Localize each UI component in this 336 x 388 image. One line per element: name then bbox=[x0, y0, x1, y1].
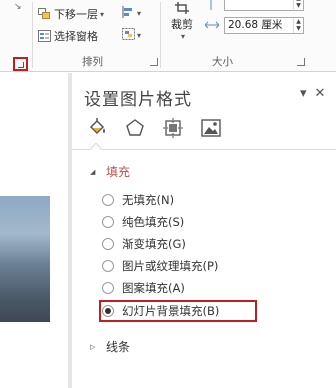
ribbon-separator bbox=[160, 2, 161, 68]
line-section-label: 线条 bbox=[106, 340, 131, 354]
radio-button[interactable] bbox=[102, 238, 114, 250]
send-backward-button[interactable]: 下移一层 ▾ bbox=[38, 6, 104, 22]
fill-section-header[interactable]: ◢ 填充 bbox=[90, 163, 130, 180]
pane-controls: ▾ ✕ bbox=[300, 87, 325, 101]
size-dialog-launcher-icon[interactable] bbox=[297, 58, 305, 66]
radio-button[interactable] bbox=[102, 194, 114, 206]
align-button[interactable]: ▾ bbox=[122, 6, 141, 21]
radio-solid-fill[interactable]: 纯色填充(S) bbox=[102, 213, 184, 231]
arrange-dialog-launcher-icon[interactable] bbox=[150, 58, 158, 66]
width-value: 20.68 厘米 bbox=[228, 19, 283, 31]
radio-label: 图案填充(A) bbox=[122, 281, 185, 295]
radio-pattern-fill[interactable]: 图案填充(A) bbox=[102, 279, 185, 297]
arrow-icon: ↘ bbox=[14, 2, 22, 12]
crop-label: 裁剪 bbox=[171, 18, 193, 31]
size-properties-icon[interactable] bbox=[162, 117, 184, 139]
pane-tabs bbox=[86, 117, 222, 139]
collapse-triangle-icon: ◢ bbox=[90, 167, 96, 176]
expand-triangle-icon: ▷ bbox=[90, 342, 96, 351]
selection-pane-button[interactable]: 选择窗格 bbox=[38, 28, 98, 44]
height-icon bbox=[205, 0, 217, 10]
height-input[interactable]: ▲ ▼ bbox=[224, 0, 304, 11]
radio-button[interactable] bbox=[102, 260, 114, 272]
crop-button[interactable]: 裁剪 ▾ bbox=[166, 2, 200, 52]
pane-options-icon[interactable]: ▾ bbox=[300, 87, 307, 101]
radio-label: 纯色填充(S) bbox=[122, 215, 185, 229]
selection-pane-icon bbox=[38, 30, 51, 42]
chevron-down-icon: ▾ bbox=[181, 32, 186, 41]
tab-divider bbox=[72, 149, 336, 150]
spin-down-icon[interactable]: ▼ bbox=[294, 25, 303, 32]
crop-icon bbox=[175, 2, 189, 14]
dialog-launcher-icon bbox=[18, 62, 24, 68]
spin-down-icon[interactable]: ▼ bbox=[294, 2, 303, 9]
width-spin-buttons[interactable]: ▲ ▼ bbox=[293, 18, 303, 33]
radio-label: 渐变填充(G) bbox=[122, 237, 186, 251]
ribbon: ↘ 下移一层 ▾ 选择窗格 ▾ ▾ 排列 裁剪 ▾ ▼ 20.68 厘米 ▲ ▼… bbox=[0, 0, 336, 72]
fill-section-label: 填充 bbox=[106, 165, 131, 179]
height-spin-buttons[interactable]: ▲ ▼ bbox=[293, 0, 303, 10]
radio-button[interactable] bbox=[102, 216, 114, 228]
picture-icon[interactable] bbox=[200, 117, 222, 139]
pane-title: 设置图片格式 bbox=[84, 90, 192, 110]
ribbon-separator bbox=[32, 2, 33, 68]
send-backward-label: 下移一层 bbox=[54, 8, 98, 21]
chevron-down-icon: ▾ bbox=[100, 9, 105, 19]
spin-up-icon[interactable]: ▲ bbox=[294, 18, 303, 25]
radio-label: 无填充(N) bbox=[122, 193, 175, 207]
close-icon[interactable]: ✕ bbox=[315, 87, 326, 101]
ribbon-dialog-launcher-highlight[interactable] bbox=[13, 57, 28, 71]
line-section-header[interactable]: ▷ 线条 bbox=[90, 338, 130, 355]
selected-option-highlight bbox=[99, 300, 257, 322]
width-icon bbox=[204, 19, 220, 31]
slide-picture[interactable] bbox=[0, 196, 50, 322]
group-button[interactable]: ▾ bbox=[122, 28, 141, 43]
active-tab-indicator bbox=[90, 143, 102, 150]
send-backward-icon bbox=[38, 8, 51, 20]
radio-gradient-fill[interactable]: 渐变填充(G) bbox=[102, 235, 186, 253]
arrange-group-label: 排列 bbox=[82, 56, 103, 68]
selection-pane-label: 选择窗格 bbox=[54, 30, 98, 43]
align-icon bbox=[122, 6, 135, 21]
radio-label: 图片或纹理填充(P) bbox=[122, 259, 219, 273]
width-input[interactable]: 20.68 厘米 ▲ ▼ bbox=[224, 17, 304, 34]
fill-line-icon[interactable] bbox=[86, 117, 108, 139]
radio-picture-texture-fill[interactable]: 图片或纹理填充(P) bbox=[102, 257, 218, 275]
format-picture-pane: 设置图片格式 ▾ ✕ ◢ 填充 无填充(N) 纯色填充(S) 渐变填充(G) 图… bbox=[72, 73, 336, 388]
radio-button[interactable] bbox=[102, 282, 114, 294]
chevron-down-icon: ▾ bbox=[137, 31, 142, 40]
group-icon bbox=[122, 28, 135, 43]
effects-icon[interactable] bbox=[124, 117, 146, 139]
radio-no-fill[interactable]: 无填充(N) bbox=[102, 191, 174, 209]
size-group-label: 大小 bbox=[212, 56, 233, 68]
chevron-down-icon: ▾ bbox=[137, 9, 142, 18]
